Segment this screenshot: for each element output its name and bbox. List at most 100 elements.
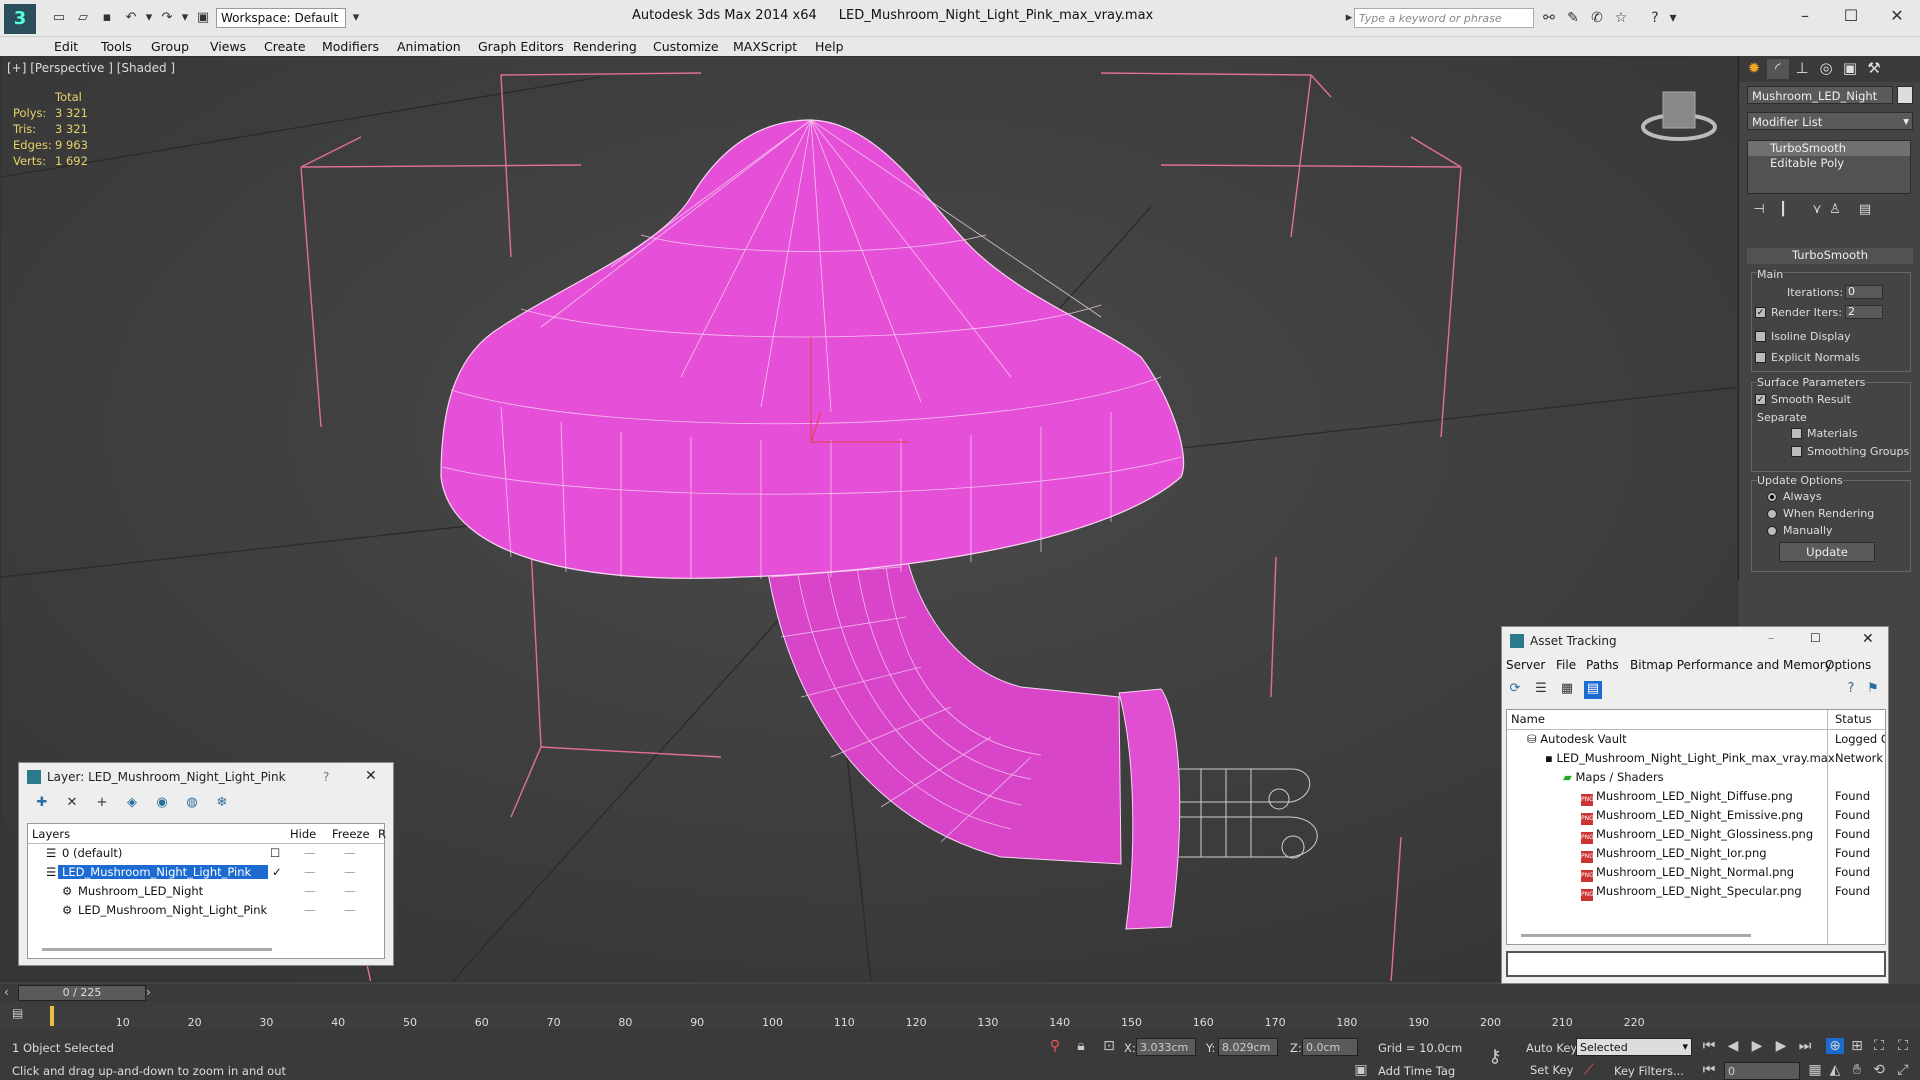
asset-minimize-icon[interactable]: – (1768, 631, 1774, 645)
maximize-icon[interactable]: ☐ (1836, 6, 1866, 28)
time-next-icon[interactable]: › (146, 985, 151, 999)
hide-toggle[interactable]: — (304, 884, 316, 898)
asset-menu-bitmap[interactable]: Bitmap Performance and Memory (1630, 658, 1832, 672)
asset-row[interactable]: PNG Mushroom_LED_Night_Glossiness.png Foun… (1507, 825, 1885, 844)
freeze-toggle[interactable]: — (344, 846, 356, 860)
asset-menu-server[interactable]: Server (1506, 658, 1545, 672)
time-prev-icon[interactable]: ‹ (4, 985, 9, 999)
rollout-turbosmooth-header[interactable]: TurboSmooth (1747, 248, 1913, 264)
utilities-tab-icon[interactable]: ⚒ (1863, 59, 1885, 79)
project-folder-icon[interactable]: ▣ (194, 9, 212, 27)
col-status[interactable]: Status (1835, 712, 1885, 726)
layer-object-row[interactable]: ⚙ LED_Mushroom_Night_Light_Pink — — (28, 901, 384, 920)
time-slider-thumb[interactable]: 0 / 225 (18, 985, 146, 1001)
set-key-button[interactable]: Set Key (1530, 1063, 1573, 1077)
communication-icon[interactable]: ✆ (1588, 9, 1606, 27)
detail-view-icon[interactable]: ▦ (1558, 681, 1576, 699)
track-bar[interactable]: ▤ 10 20 30 40 50 60 70 80 90 100 110 120 130 140 150 16… (0, 1002, 1920, 1030)
search-input[interactable]: Type a keyword or phrase (1354, 8, 1534, 28)
go-to-end-icon[interactable]: ⏭ (1796, 1038, 1814, 1054)
refresh-icon[interactable]: ⟳ (1506, 681, 1524, 699)
current-frame-field[interactable]: 0 (1724, 1062, 1800, 1080)
menu-edit[interactable]: Edit (54, 39, 78, 54)
undo-dropdown-icon[interactable]: ▾ (140, 9, 158, 27)
layer-window-titlebar[interactable]: Layer: LED_Mushroom_Night_Light_Pink ? ✕ (19, 763, 393, 791)
hide-toggle[interactable]: — (304, 865, 316, 879)
modifier-list-dropdown[interactable]: Modifier List ▾ (1747, 112, 1913, 130)
smoothing-groups-checkbox[interactable] (1791, 446, 1802, 457)
app-logo[interactable]: 3 (4, 4, 36, 34)
redo-dropdown-icon[interactable]: ▾ (176, 9, 194, 27)
next-frame-icon[interactable]: ▶ (1772, 1038, 1790, 1054)
display-tab-icon[interactable]: ▣ (1839, 59, 1861, 79)
absolute-mode-icon[interactable]: ⊡ (1100, 1038, 1118, 1054)
object-color-swatch[interactable] (1897, 86, 1913, 104)
curve-editor-icon[interactable]: ▤ (12, 1006, 23, 1020)
motion-tab-icon[interactable]: ◎ (1815, 59, 1837, 79)
hide-toggle[interactable]: — (304, 846, 316, 860)
col-hide[interactable]: Hide (290, 827, 316, 841)
zoom-icon[interactable]: ⊕ (1826, 1038, 1844, 1054)
play-icon[interactable]: ▶ (1748, 1038, 1766, 1054)
asset-scrollbar[interactable] (1521, 934, 1751, 937)
iterations-spinner[interactable]: 0 (1845, 285, 1883, 299)
menu-tools[interactable]: Tools (101, 39, 132, 54)
remove-modifier-icon[interactable]: ♙ (1825, 200, 1845, 220)
asset-menu-file[interactable]: File (1556, 658, 1576, 672)
asset-menu-options[interactable]: Options (1825, 658, 1871, 672)
when-rendering-radio[interactable] (1767, 509, 1777, 519)
freeze-toggle[interactable]: — (344, 865, 356, 879)
modify-tab-icon[interactable]: ◜ (1767, 59, 1789, 79)
save-file-icon[interactable]: ▪ (98, 9, 116, 27)
asset-menu-paths[interactable]: Paths (1586, 658, 1619, 672)
workspace-dropdown[interactable]: Workspace: Default (216, 8, 346, 28)
layer-close-icon[interactable]: ✕ (365, 768, 377, 784)
vault-help-icon[interactable]: ? (1842, 681, 1860, 699)
render-iters-checkbox[interactable]: ✓ (1755, 307, 1766, 318)
asset-row[interactable]: ▪ LED_Mushroom_Night_Light_Pink_max_vray… (1507, 749, 1885, 768)
delete-layer-icon[interactable]: ✕ (63, 795, 81, 813)
hide-all-layers-icon[interactable]: ◍ (183, 795, 201, 813)
asset-maximize-icon[interactable]: ☐ (1810, 631, 1821, 645)
zoom-extents-all-icon[interactable]: ⛶ (1894, 1038, 1912, 1054)
binoculars-icon[interactable]: ⚯ (1540, 9, 1558, 27)
new-layer-icon[interactable]: ✚ (33, 795, 51, 813)
menu-views[interactable]: Views (210, 39, 246, 54)
zoom-extents-icon[interactable]: ⛶ (1870, 1038, 1888, 1054)
smooth-result-checkbox[interactable]: ✓ (1755, 394, 1766, 405)
undo-icon[interactable]: ↶ (122, 9, 140, 27)
asset-window-titlebar[interactable]: Asset Tracking – ☐ ✕ (1502, 627, 1888, 655)
lock-selection-icon[interactable]: 🔒︎ (1072, 1038, 1090, 1054)
subscription-icon[interactable]: ✎ (1564, 9, 1582, 27)
active-layer-check[interactable]: ✓ (272, 865, 282, 879)
layer-row-selected[interactable]: ☰ LED_Mushroom_Night_Light_Pink ✓ — — (28, 863, 384, 882)
maximize-viewport-icon[interactable]: ⤢ (1894, 1062, 1912, 1078)
hide-toggle[interactable]: — (304, 903, 316, 917)
z-coordinate-field[interactable]: 0.0cm (1302, 1038, 1358, 1056)
show-end-result-icon[interactable]: ┃ (1773, 200, 1793, 220)
workspace-chevron-icon[interactable]: ▾ (347, 9, 365, 27)
add-time-tag[interactable]: Add Time Tag (1378, 1064, 1455, 1078)
hierarchy-tab-icon[interactable]: ⊥ (1791, 59, 1813, 79)
highlight-layer-icon[interactable]: ◉ (153, 795, 171, 813)
asset-row[interactable]: PNG Mushroom_LED_Night_Diffuse.png Found (1507, 787, 1885, 806)
menu-help[interactable]: Help (815, 39, 844, 54)
menu-graph-editors[interactable]: Graph Editors (478, 39, 564, 54)
asset-options-icon[interactable]: ⚑ (1864, 681, 1882, 699)
menu-rendering[interactable]: Rendering (573, 39, 637, 54)
pin-stack-icon[interactable]: ⊣ (1749, 200, 1769, 220)
open-file-icon[interactable]: ▱ (74, 9, 92, 27)
freeze-toggle[interactable]: — (344, 903, 356, 917)
minimize-icon[interactable]: – (1790, 6, 1820, 28)
manually-radio[interactable] (1767, 526, 1777, 536)
asset-row[interactable]: PNG Mushroom_LED_Night_Emissive.png Found (1507, 806, 1885, 825)
auto-key-button[interactable]: Auto Key (1526, 1041, 1577, 1055)
key-mode-toggle-icon[interactable]: ⏮ (1700, 1062, 1718, 1078)
table-view-icon[interactable]: ▤ (1584, 681, 1602, 699)
select-objects-icon[interactable]: ◈ (123, 795, 141, 813)
menu-create[interactable]: Create (264, 39, 306, 54)
menu-group[interactable]: Group (151, 39, 189, 54)
asset-row[interactable]: ⛁ Autodesk Vault Logged O (1507, 730, 1885, 749)
asset-close-icon[interactable]: ✕ (1862, 631, 1874, 647)
column-divider[interactable] (1827, 710, 1828, 946)
